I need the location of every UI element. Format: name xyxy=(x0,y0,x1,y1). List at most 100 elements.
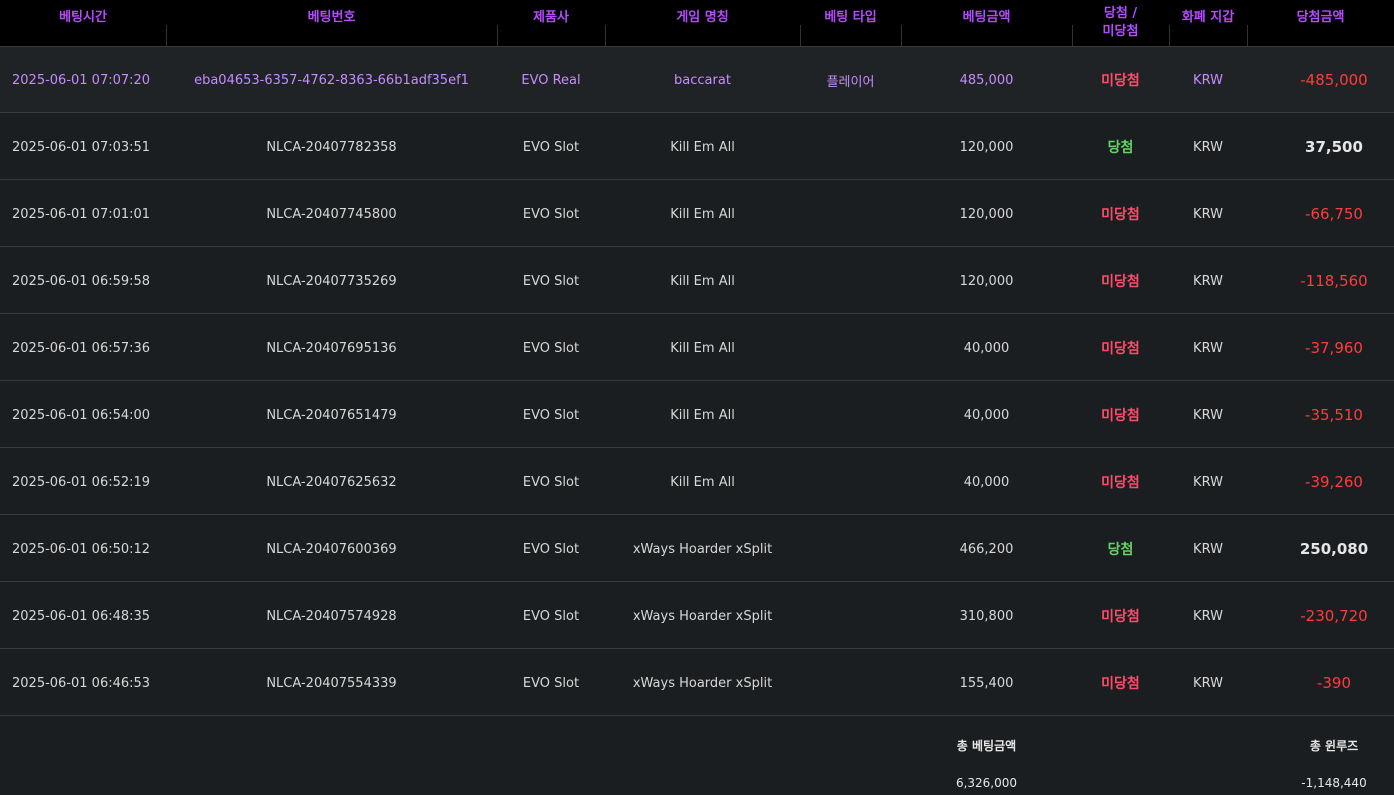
cell-time: 2025-06-01 06:46:53 xyxy=(12,650,172,716)
cell-bet-type xyxy=(800,516,901,582)
cell-win: -390 xyxy=(1247,650,1394,716)
cell-status: 미당첨 xyxy=(1072,650,1169,716)
id-text: NLCA-20407695136 xyxy=(266,340,397,356)
table-row[interactable]: 2025-06-01 06:57:36 NLCA-20407695136 EVO S… xyxy=(0,315,1394,381)
cell-bet: 466,200 xyxy=(901,516,1072,582)
table-row[interactable]: 2025-06-01 06:48:35 NLCA-20407574928 EVO S… xyxy=(0,583,1394,649)
cell-bet: 40,000 xyxy=(901,382,1072,448)
table-row[interactable]: 2025-06-01 07:01:01 NLCA-20407745800 EVO S… xyxy=(0,181,1394,247)
table-row[interactable]: 2025-06-01 06:59:58 NLCA-20407735269 EVO S… xyxy=(0,248,1394,314)
col-bet-time[interactable]: 베팅시간 xyxy=(0,0,166,46)
total-bet-value: 6,326,000 xyxy=(955,776,1018,790)
header-divider xyxy=(1247,25,1248,46)
col-currency[interactable]: 화폐 지갑 xyxy=(1169,0,1247,46)
cell-status: 미당첨 xyxy=(1072,248,1169,314)
cell-win: -66,750 xyxy=(1247,181,1394,247)
status-text: 미당첨 xyxy=(1101,408,1140,424)
cell-game: xWays Hoarder xSplit xyxy=(605,516,800,582)
cell-win: 250,080 xyxy=(1247,516,1394,582)
currency-text: KRW xyxy=(1193,72,1223,88)
bet-type-text: 플레이어 xyxy=(826,74,875,90)
cell-provider: EVO Slot xyxy=(497,650,605,716)
time-text: 2025-06-01 06:59:58 xyxy=(12,273,151,289)
cell-game: Kill Em All xyxy=(605,248,800,314)
status-text: 미당첨 xyxy=(1101,609,1140,625)
time-text: 2025-06-01 07:01:01 xyxy=(12,206,151,222)
cell-currency: KRW xyxy=(1169,516,1247,582)
id-text: NLCA-20407651479 xyxy=(266,407,397,423)
status-text: 미당첨 xyxy=(1101,475,1140,491)
cell-id: NLCA-20407554339 xyxy=(166,650,497,716)
win-text: -390 xyxy=(1316,674,1352,692)
id-text: eba04653-6357-4762-8363-66b1adf35ef1 xyxy=(194,72,469,88)
cell-bet-type xyxy=(800,449,901,515)
bet-text: 120,000 xyxy=(959,206,1014,222)
header-divider xyxy=(605,25,606,46)
cell-bet-type xyxy=(800,315,901,381)
currency-text: KRW xyxy=(1193,206,1223,222)
cell-currency: KRW xyxy=(1169,114,1247,180)
cell-provider: EVO Real xyxy=(497,47,605,113)
win-text: -39,260 xyxy=(1305,473,1363,491)
header-divider xyxy=(166,25,167,46)
cell-time: 2025-06-01 07:01:01 xyxy=(12,181,172,247)
win-text: -35,510 xyxy=(1305,406,1363,424)
game-text: xWays Hoarder xSplit xyxy=(632,675,773,691)
bet-text: 40,000 xyxy=(963,407,1010,423)
col-win-amount[interactable]: 당첨금액 xyxy=(1247,0,1394,46)
cell-bet-type xyxy=(800,382,901,448)
cell-currency: KRW xyxy=(1169,315,1247,381)
game-text: Kill Em All xyxy=(670,340,735,356)
table-row[interactable]: 2025-06-01 06:52:19 NLCA-20407625632 EVO S… xyxy=(0,449,1394,515)
cell-currency: KRW xyxy=(1169,382,1247,448)
cell-id: NLCA-20407782358 xyxy=(166,114,497,180)
col-provider[interactable]: 제품사 xyxy=(497,0,605,46)
col-game-name[interactable]: 게임 명칭 xyxy=(605,0,800,46)
game-text: xWays Hoarder xSplit xyxy=(632,608,773,624)
currency-text: KRW xyxy=(1193,474,1223,490)
win-text: -230,720 xyxy=(1300,607,1368,625)
status-text: 미당첨 xyxy=(1101,341,1140,357)
cell-win: 37,500 xyxy=(1247,114,1394,180)
cell-bet: 40,000 xyxy=(901,315,1072,381)
bet-history-table: 베팅시간 베팅번호 제품사 게임 명칭 베팅 타입 베팅금액 당첨 / 미당첨 … xyxy=(0,0,1394,795)
bet-text: 155,400 xyxy=(959,675,1014,691)
cell-provider: EVO Slot xyxy=(497,114,605,180)
cell-win: -485,000 xyxy=(1247,47,1394,113)
table-row[interactable]: 2025-06-01 06:50:12 NLCA-20407600369 EVO S… xyxy=(0,516,1394,582)
cell-bet-type xyxy=(800,650,901,716)
col-bet-id[interactable]: 베팅번호 xyxy=(166,0,497,46)
cell-win: -39,260 xyxy=(1247,449,1394,515)
status-text: 미당첨 xyxy=(1101,676,1140,692)
cell-id: NLCA-20407600369 xyxy=(166,516,497,582)
bet-text: 466,200 xyxy=(959,541,1014,557)
cell-time: 2025-06-01 06:54:00 xyxy=(12,382,172,448)
bet-text: 120,000 xyxy=(959,273,1014,289)
table-row[interactable]: 2025-06-01 06:54:00 NLCA-20407651479 EVO S… xyxy=(0,382,1394,448)
currency-text: KRW xyxy=(1193,340,1223,356)
header-divider xyxy=(1169,25,1170,46)
game-text: Kill Em All xyxy=(670,407,735,423)
header-divider xyxy=(497,25,498,46)
bet-text: 120,000 xyxy=(959,139,1014,155)
col-status[interactable]: 당첨 / 미당첨 xyxy=(1072,0,1169,46)
cell-bet-type xyxy=(800,114,901,180)
col-status-line1: 당첨 / xyxy=(1103,6,1138,21)
table-row[interactable]: 2025-06-01 07:03:51 NLCA-20407782358 EVO S… xyxy=(0,114,1394,180)
win-text: -66,750 xyxy=(1305,205,1363,223)
col-bet-type[interactable]: 베팅 타입 xyxy=(800,0,901,46)
cell-bet-type: 플레이어 xyxy=(800,47,901,113)
cell-status: 미당첨 xyxy=(1072,315,1169,381)
table-row[interactable]: 2025-06-01 07:07:20 eba04653-6357-4762-83… xyxy=(0,47,1394,113)
table-row[interactable]: 2025-06-01 06:46:53 NLCA-20407554339 EVO S… xyxy=(0,650,1394,716)
time-text: 2025-06-01 06:57:36 xyxy=(12,340,151,356)
currency-text: KRW xyxy=(1193,407,1223,423)
col-bet-amount[interactable]: 베팅금액 xyxy=(901,0,1072,46)
cell-currency: KRW xyxy=(1169,449,1247,515)
cell-game: Kill Em All xyxy=(605,315,800,381)
provider-text: EVO Slot xyxy=(522,273,580,289)
bet-text: 485,000 xyxy=(959,72,1014,88)
cell-bet: 120,000 xyxy=(901,181,1072,247)
cell-game: baccarat xyxy=(605,47,800,113)
time-text: 2025-06-01 06:50:12 xyxy=(12,541,151,557)
